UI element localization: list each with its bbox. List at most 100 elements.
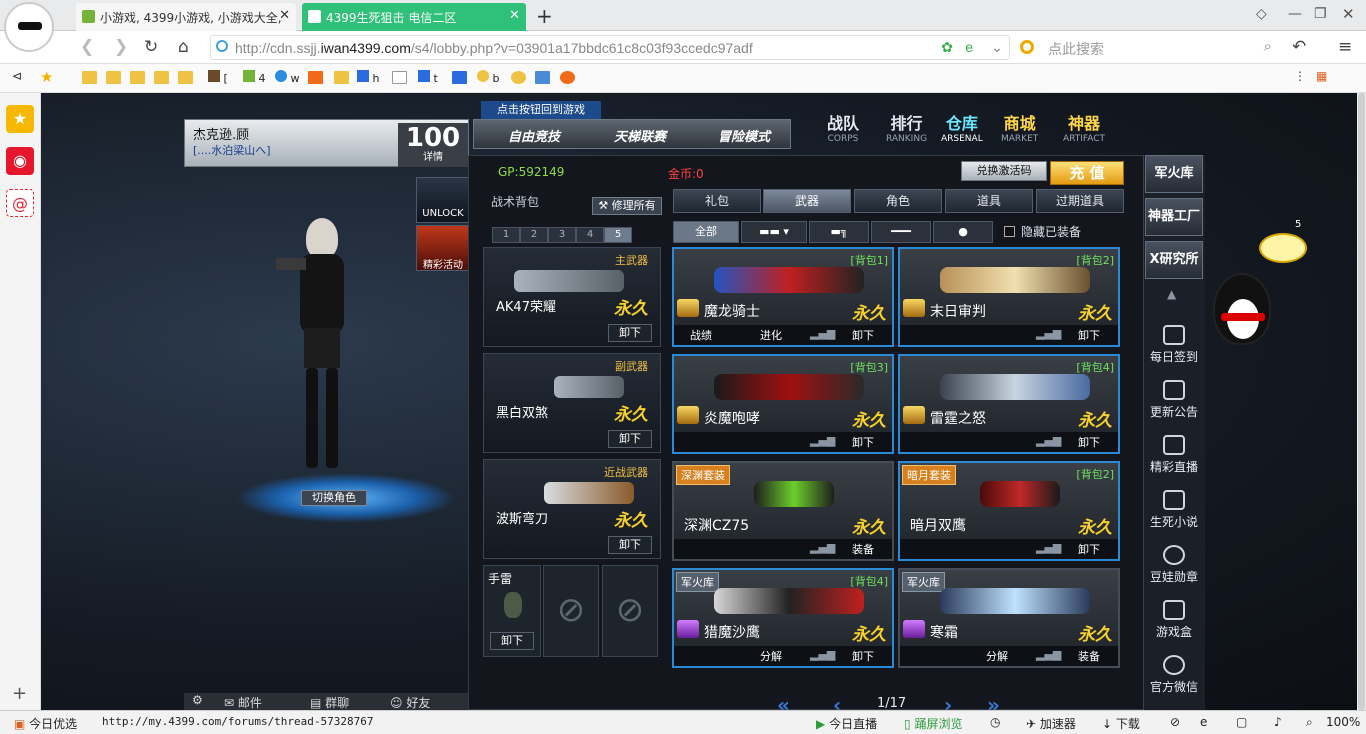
volume-icon[interactable]: ♪ (1274, 715, 1282, 729)
equip-button[interactable]: 装备 (1078, 648, 1100, 664)
bag-page-3[interactable]: 3 (548, 227, 576, 243)
game-box-button[interactable]: 游戏盒 (1145, 600, 1203, 648)
hide-equipped-checkbox[interactable] (1004, 226, 1015, 237)
ie-icon[interactable]: e (965, 39, 973, 55)
switch-character-button[interactable]: 切换角色 (301, 490, 367, 506)
mode-ladder[interactable]: 天梯联赛 (614, 126, 666, 145)
unequip-button[interactable]: 卸下 (490, 632, 534, 650)
daily-signin-button[interactable]: 每日签到 (1145, 325, 1203, 373)
more-icon[interactable]: ⋮ (1294, 69, 1306, 83)
unequip-button[interactable]: 卸下 (1078, 434, 1100, 450)
sidebar-toggle-icon[interactable]: ⊲ (12, 69, 22, 83)
evolve-button[interactable]: 进化 (760, 327, 782, 343)
bookmark-app-icon[interactable] (308, 71, 323, 84)
settings-icon[interactable]: ⚙ (192, 693, 203, 707)
new-tab-button[interactable]: + (536, 4, 553, 28)
tab-weapons[interactable]: 武器 (763, 189, 851, 213)
mode-adventure[interactable]: 冒险模式 (718, 126, 770, 145)
level-badge[interactable]: 100 详情 (398, 123, 468, 167)
mail-icon[interactable]: @ (6, 189, 34, 217)
weapon-card[interactable]: [背包2] 末日审判 永久 ▂▄▆ 卸下 (898, 247, 1120, 347)
weapon-card[interactable]: 深渊套装 深渊CZ75 永久 ▂▄▆ 装备 (672, 461, 894, 561)
filter-grenade-icon[interactable]: ● (933, 221, 993, 243)
empty-slot[interactable]: ⊘ (602, 565, 658, 657)
tab-items[interactable]: 道具 (945, 189, 1033, 213)
bag-page-1[interactable]: 1 (492, 227, 520, 243)
dismantle-button[interactable]: 分解 (760, 648, 782, 664)
speed-icon[interactable]: ✿ (941, 39, 953, 56)
friends-button[interactable]: ☺ 好友 (390, 694, 430, 710)
forward-icon[interactable]: ❯ (114, 37, 128, 57)
apps-icon[interactable]: ▦ (1316, 69, 1327, 83)
unequip-button[interactable]: 卸下 (852, 648, 874, 664)
tab-ssjj[interactable]: 4399生死狙击 电信二区 ✕ (302, 3, 526, 31)
unequip-button[interactable]: 卸下 (608, 430, 652, 448)
repair-all-button[interactable]: ⚒ 修理所有 (592, 197, 662, 215)
wechat-button[interactable]: 官方微信 (1145, 655, 1203, 703)
group-chat-button[interactable]: ▤ 群聊 (310, 694, 349, 710)
download-button[interactable]: ↓ 下载 (1102, 715, 1140, 732)
last-page-icon[interactable]: » (987, 693, 1000, 710)
bookmark-folder-icon[interactable] (130, 71, 145, 84)
bag-page-4[interactable]: 4 (576, 227, 604, 243)
page-scrollbar[interactable] (1357, 93, 1366, 710)
bookmark-folder-icon[interactable] (154, 71, 169, 84)
nav-market[interactable]: 商城 MARKET (1001, 115, 1038, 145)
nav-ranking[interactable]: 排行 RANKING (886, 115, 927, 145)
bookmark-page-icon[interactable] (392, 71, 407, 84)
zoom-icon[interactable]: ⌕ (1306, 715, 1313, 730)
tab-artifact-factory[interactable]: 神器工厂 (1145, 198, 1203, 236)
close-icon[interactable]: ✕ (279, 8, 290, 23)
collapse-icon[interactable]: ▲ (1167, 287, 1176, 301)
bag-page-2[interactable]: 2 (520, 227, 548, 243)
character-model[interactable] (276, 218, 366, 473)
search-box[interactable]: 点此搜索 ⌕ (1016, 35, 1280, 60)
bookmark-app-icon[interactable] (560, 71, 575, 84)
weapon-card[interactable]: [背包1] 魔龙骑士 永久 战绩 进化 ▂▄▆ 卸下 (672, 247, 894, 347)
unequip-button[interactable]: 卸下 (1078, 327, 1100, 343)
history-icon[interactable]: ◷ (990, 715, 1000, 729)
bag-page-5[interactable]: 5 (604, 227, 632, 243)
bookmark-app-icon[interactable] (452, 71, 467, 84)
ie-mode-icon[interactable]: e (1200, 715, 1207, 729)
weapon-card[interactable]: [背包3] 炎魔咆哮 永久 ▂▄▆ 卸下 (672, 354, 894, 454)
next-page-icon[interactable]: › (944, 693, 952, 710)
mail-button[interactable]: ✉ 邮件 (224, 694, 262, 710)
dismantle-button[interactable]: 分解 (986, 648, 1008, 664)
first-page-icon[interactable]: « (777, 693, 790, 710)
filter-pistol-icon[interactable]: ▬╗ (809, 221, 869, 243)
tab-expired-items[interactable]: 过期道具 (1036, 189, 1124, 213)
medal-button[interactable]: 豆娃勋章 (1145, 545, 1203, 593)
address-bar[interactable]: http://cdn.ssjj.iwan4399.com/s4/lobby.ph… (210, 35, 1010, 60)
favorite-star-icon[interactable]: ★ (6, 105, 34, 133)
tab-gift-pack[interactable]: 礼包 (673, 189, 761, 213)
weibo-icon[interactable]: ◉ (6, 147, 34, 175)
unequip-button[interactable]: 卸下 (1078, 541, 1100, 557)
menu-icon[interactable]: ≡ (1338, 37, 1352, 57)
equip-slot-melee[interactable]: 近战武器 波斯弯刀 永久 卸下 (483, 459, 661, 559)
unequip-button[interactable]: 卸下 (608, 324, 652, 342)
close-window-button[interactable]: ✕ (1342, 5, 1355, 23)
penguin-mascot[interactable] (1213, 273, 1271, 345)
split-view-button[interactable]: ▯ 踊屏浏览 (904, 715, 962, 732)
tab-characters[interactable]: 角色 (854, 189, 942, 213)
bookmark-folder-icon[interactable] (178, 71, 193, 84)
undo-icon[interactable]: ↶ (1292, 37, 1306, 57)
zoom-level[interactable]: 100% (1326, 715, 1360, 729)
close-icon[interactable]: ✕ (509, 8, 520, 23)
nav-artifact[interactable]: 神器 ARTIFACT (1063, 115, 1105, 145)
restore-button[interactable]: ❐ (1314, 6, 1327, 22)
browser-avatar[interactable] (4, 2, 54, 52)
weapon-card[interactable]: 军火库 寒霜 永久 分解 ▂▄▆ 装备 (898, 568, 1120, 668)
nav-corps[interactable]: 战队 CORPS (827, 115, 859, 145)
daily-picks[interactable]: ▣ 今日优选 (14, 715, 77, 732)
equip-slot-grenade[interactable]: 手雷 卸下 (483, 565, 541, 657)
home-icon[interactable]: ⌂ (178, 37, 189, 57)
empty-slot[interactable]: ⊘ (543, 565, 599, 657)
bookmark-app-icon[interactable] (511, 71, 526, 84)
update-notes-button[interactable]: 更新公告 (1145, 380, 1203, 428)
tab-4399[interactable]: 小游戏, 4399小游戏, 小游戏大全, ✕ (76, 3, 296, 31)
live-stream-button[interactable]: 精彩直播 (1145, 435, 1203, 483)
prev-page-icon[interactable]: ‹ (833, 693, 841, 710)
unlock-button[interactable]: UNLOCK (416, 177, 470, 223)
